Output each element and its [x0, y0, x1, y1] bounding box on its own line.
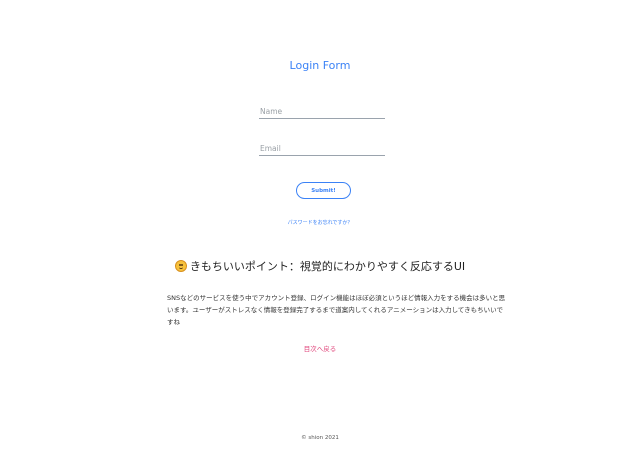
back-to-index-link[interactable]: 目次へ戻る: [0, 343, 640, 353]
footer-copyright: © shion 2021: [301, 435, 339, 441]
name-field-wrapper: [259, 99, 385, 121]
email-input[interactable]: [259, 139, 385, 158]
smiling-face-icon: [174, 260, 187, 272]
email-field-wrapper: [259, 136, 385, 158]
submit-button[interactable]: Submit!: [296, 182, 351, 199]
form-title: Login Form: [289, 59, 351, 72]
name-input[interactable]: [259, 102, 385, 121]
forgot-password-link[interactable]: パスワードをお忘れですか？: [0, 219, 640, 226]
section-heading: きもちいいポイント：視覚的にわかりやすく反応するUI: [0, 258, 640, 274]
section-description: SNSなどのサービスを使う中でアカウント登録、ログイン機能はほぼ必須というほど情…: [167, 294, 506, 326]
section-heading-text: きもちいいポイント：視覚的にわかりやすく反応するUI: [189, 260, 466, 273]
